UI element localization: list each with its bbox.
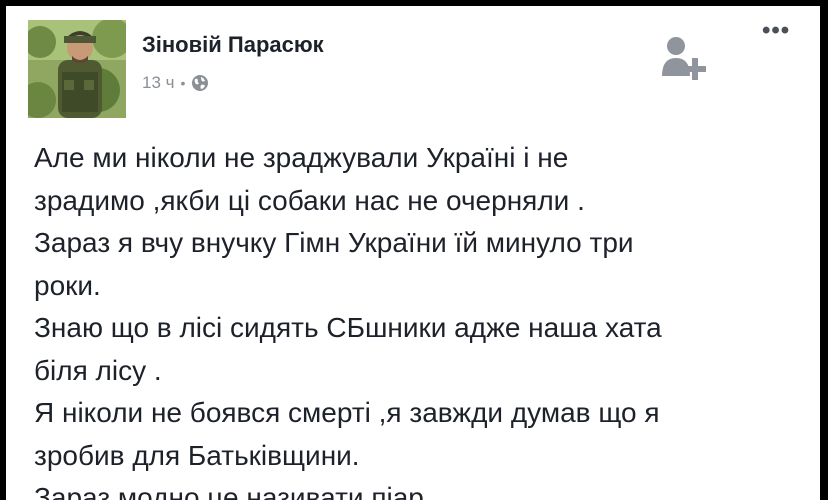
post-line: біля лісу . [34,354,162,386]
post-line: зрадимо ,якби ці собаки нас не очерняли … [34,184,585,216]
post-line: Зараз я вчу внучку Гімн України їй минул… [34,227,634,258]
post-line: Знаю що в лісі сидять СБшники адже наша … [34,312,662,343]
post-line: Але ми ніколи не зраджували Україні і не [34,142,569,173]
meta-separator: • [180,75,186,91]
facebook-post: Зіновій Парасюк 13 ч • ••• Але ми ніколи… [6,6,820,500]
post-line: Зараз модно це називати піар. [34,482,432,500]
avatar[interactable] [28,20,126,118]
post-line: Я ніколи не боявся смерті ,я завжди дума… [34,397,660,428]
post-line: роки. [34,269,101,301]
post-line: зробив для Батьківщини. [34,439,360,471]
post-text: Але ми ніколи не зраджували Україні і не… [34,137,814,500]
more-options-icon[interactable]: ••• [762,19,792,44]
globe-icon[interactable] [191,74,209,92]
add-friend-icon[interactable] [658,30,714,88]
post-timestamp[interactable]: 13 ч [142,73,175,93]
post-meta: 13 ч • [142,73,209,93]
post-author-name[interactable]: Зіновій Парасюк [142,32,324,58]
avatar-photo [28,20,126,118]
